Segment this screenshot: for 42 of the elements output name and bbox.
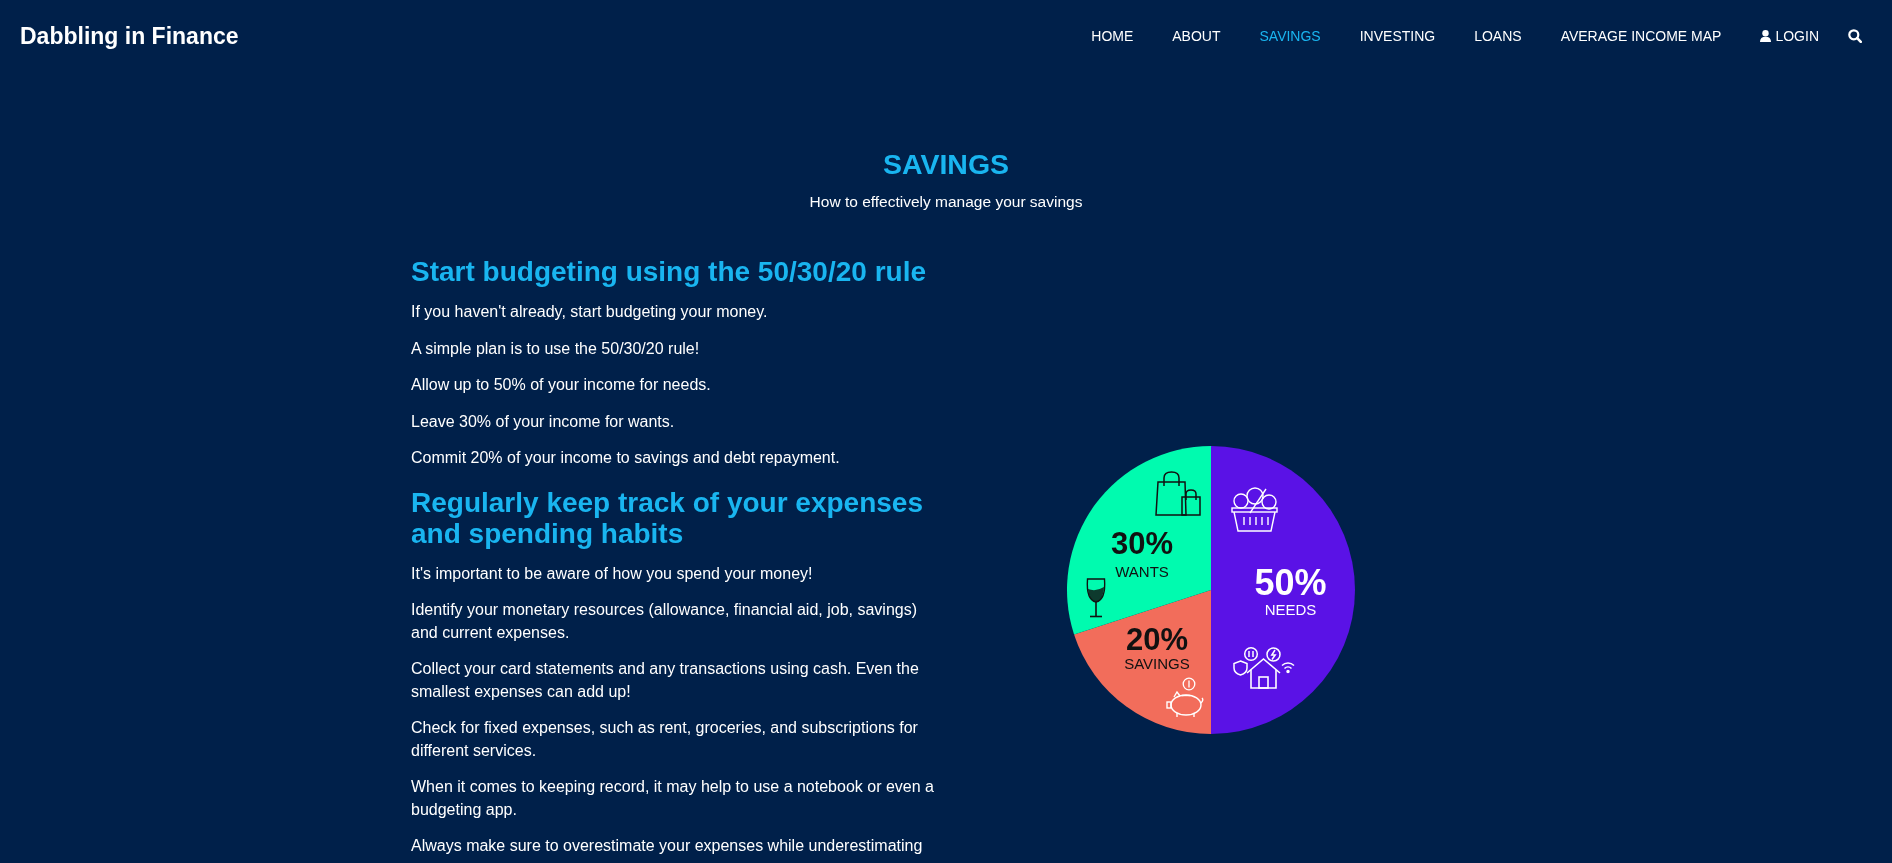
wifi-icon: [1281, 662, 1295, 674]
page-subtitle: How to effectively manage your savings: [809, 192, 1083, 212]
pie-category-label: SAVINGS: [1124, 654, 1190, 672]
paragraph: Commit 20% of your income to savings and debt repayment.: [411, 448, 841, 468]
wine-glass-icon: [1086, 578, 1106, 618]
paragraph: Leave 30% of your income for wants.: [411, 411, 676, 432]
lightning-icon: [1266, 647, 1281, 662]
section-heading: Regularly keep track of your expenses and spending habits: [411, 486, 924, 549]
paragraph: It's important to be aware of how you spend your money!: [411, 563, 814, 584]
piggy-bank-icon: [1166, 690, 1204, 718]
pie-category-label: WANTS: [1115, 562, 1169, 580]
paragraph: When it comes to keeping record, it may help to use a notebook or even a budgeting app.: [411, 777, 935, 820]
shopping-bags-icon: [1155, 471, 1201, 516]
pie-value-label: 30%: [1111, 526, 1173, 561]
coin-icon: [1182, 677, 1196, 691]
paragraph: If you haven't already, start budgeting your money.: [411, 302, 769, 322]
nav-link[interactable]: HOME: [1091, 23, 1134, 49]
paragraph: Always make sure to overestimate your expenses while underestimating: [411, 836, 924, 856]
section-heading: Start budgeting using the 50/30/20 rule: [411, 256, 927, 287]
shield-icon: [1233, 660, 1248, 676]
search-button[interactable]: [1848, 29, 1862, 43]
paragraph: Check for fixed expenses, such as rent, groceries, and subscriptions for different services.: [411, 718, 919, 761]
nav-link[interactable]: INVESTING: [1359, 23, 1436, 49]
pie-category-label: NEEDS: [1264, 600, 1317, 618]
paragraph: A simple plan is to use the 50/30/20 rule!: [411, 338, 701, 359]
user-icon: [1760, 30, 1772, 42]
paragraph: Collect your card statements and any transactions using cash. Even the smallest expenses can add up!: [411, 659, 920, 702]
house-icon: [1246, 657, 1281, 689]
paragraph: Allow up to 50% of your income for needs.: [411, 375, 712, 395]
paragraph: Identify your monetary resources (allowance, financial aid, job, savings) and current expenses.: [411, 600, 919, 643]
login-link[interactable]: LOGIN: [1760, 23, 1819, 49]
basket-icon: [1231, 487, 1278, 532]
pie-value-label: 50%: [1254, 562, 1327, 603]
nav-link[interactable]: LOANS: [1474, 23, 1522, 49]
nav-link[interactable]: SAVINGS: [1259, 23, 1321, 49]
page-title: SAVINGS: [882, 147, 1010, 181]
search-icon: [1848, 29, 1862, 43]
nav-link[interactable]: AVERAGE INCOME MAP: [1560, 23, 1722, 49]
site-logo[interactable]: Dabbling in Finance: [20, 22, 239, 50]
pause-icon: [1243, 646, 1259, 662]
pie-value-label: 20%: [1126, 622, 1188, 657]
nav-link[interactable]: ABOUT: [1172, 23, 1221, 49]
